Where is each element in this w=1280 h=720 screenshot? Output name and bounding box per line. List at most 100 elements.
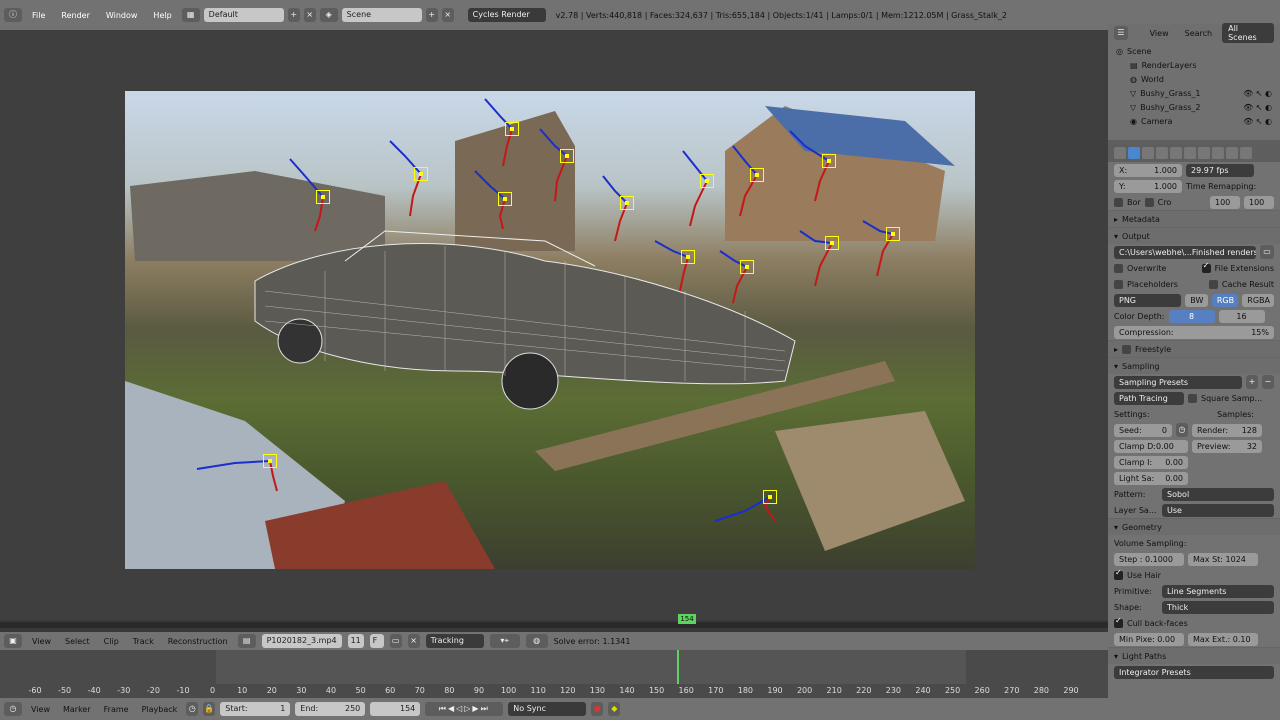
primitive-select[interactable]: Line Segments	[1162, 584, 1274, 598]
pivot-icon[interactable]: ◍	[525, 634, 548, 648]
fake-user-button[interactable]: F	[369, 634, 384, 648]
min-pixels-field[interactable]: Min Pixe: 0.00	[1114, 632, 1184, 646]
track-marker[interactable]	[886, 227, 900, 241]
light-paths-panel-header[interactable]: ▾ Light Paths	[1108, 647, 1280, 664]
visibility-icons[interactable]: 👁 ↖ ◐	[1243, 103, 1280, 112]
keying-icon[interactable]: ◆	[608, 702, 621, 716]
modifiers-tab[interactable]	[1198, 147, 1210, 159]
metadata-panel-header[interactable]: ▸ Metadata	[1108, 210, 1280, 227]
aspect-x-field[interactable]: X: 1.000	[1114, 163, 1182, 177]
object-tab[interactable]	[1184, 147, 1196, 159]
clip-file-field[interactable]: P1020182_3.mp4	[261, 634, 342, 648]
scene-icon[interactable]: ◈	[319, 8, 338, 22]
sampling-presets-select[interactable]: Sampling Presets	[1114, 375, 1242, 389]
start-frame-field[interactable]: Start: 1	[220, 702, 291, 716]
outliner-item-bushy-grass-1[interactable]: ▽ Bushy_Grass_1 👁 ↖ ◐	[1108, 86, 1280, 100]
outliner-search-menu[interactable]: Search	[1179, 28, 1218, 39]
menu-window[interactable]: Window	[100, 11, 144, 20]
overwrite-checkbox[interactable]	[1114, 263, 1123, 273]
folder-icon[interactable]: ▭	[1260, 245, 1274, 259]
clip-menu-view[interactable]: View	[28, 637, 55, 646]
timeline-menu-view[interactable]: View	[27, 705, 54, 714]
outliner-item-bushy-grass-2[interactable]: ▽ Bushy_Grass_2 👁 ↖ ◐	[1108, 100, 1280, 114]
info-editor-icon[interactable]: ⓘ	[4, 8, 22, 22]
sampling-panel-header[interactable]: ▾ Sampling	[1108, 357, 1280, 374]
clip-menu-track[interactable]: Track	[129, 637, 158, 646]
remap-new-field[interactable]: 100	[1244, 195, 1274, 209]
track-marker[interactable]	[763, 490, 777, 504]
layer-samples-select[interactable]: Use	[1162, 503, 1274, 517]
scene-field[interactable]: Scene	[341, 8, 422, 22]
remove-preset-icon[interactable]: −	[1262, 375, 1274, 389]
scene-tab[interactable]	[1156, 147, 1168, 159]
render-tab[interactable]	[1128, 147, 1140, 159]
track-marker[interactable]	[505, 122, 519, 136]
track-marker[interactable]	[498, 192, 512, 206]
aspect-y-field[interactable]: Y: 1.000	[1114, 179, 1182, 193]
path-tracing-select[interactable]: Path Tracing	[1114, 391, 1184, 405]
track-marker[interactable]	[740, 260, 754, 274]
output-path-field[interactable]: C:\Users\webhe\...Finished renders\	[1114, 245, 1256, 259]
outliner-display-mode[interactable]: All Scenes	[1222, 23, 1274, 43]
physics-tab[interactable]	[1226, 147, 1238, 159]
track-marker[interactable]	[681, 250, 695, 264]
outliner-item-renderlayers[interactable]: ▤ RenderLayers	[1108, 58, 1280, 72]
bw-button[interactable]: BW	[1185, 293, 1208, 307]
add-layout-icon[interactable]: +	[287, 8, 300, 22]
view-options-icon[interactable]: ▾⌖	[489, 634, 520, 648]
footage-frame[interactable]	[125, 91, 975, 569]
track-marker[interactable]	[750, 168, 764, 182]
track-marker[interactable]	[316, 190, 330, 204]
open-clip-icon[interactable]: ▭	[389, 634, 402, 648]
step-field[interactable]: Step : 0.1000	[1114, 552, 1184, 566]
preview-range-icon[interactable]: ◷	[186, 702, 199, 716]
track-marker[interactable]	[700, 174, 714, 188]
clip-viewport[interactable]	[0, 30, 1108, 620]
clip-editor-icon[interactable]: ▣	[4, 634, 22, 648]
clock-icon[interactable]: ◷	[1176, 423, 1188, 437]
integrator-presets-select[interactable]: Integrator Presets	[1114, 665, 1274, 679]
outliner-item-scene[interactable]: ◎ Scene	[1108, 44, 1280, 58]
menu-file[interactable]: File	[26, 11, 51, 20]
outliner-view-menu[interactable]: View	[1144, 28, 1175, 39]
track-marker[interactable]	[414, 167, 428, 181]
track-marker[interactable]	[263, 454, 277, 468]
world-tab[interactable]	[1170, 147, 1182, 159]
clamp-direct-field[interactable]: Clamp D:0.00	[1114, 439, 1188, 453]
fps-select[interactable]: 29.97 fps	[1186, 163, 1254, 177]
unlink-clip-icon[interactable]: ×	[407, 634, 420, 648]
border-checkbox[interactable]	[1114, 197, 1123, 207]
screen-layout-icon[interactable]: ▦	[181, 8, 200, 22]
add-preset-icon[interactable]: +	[1246, 375, 1258, 389]
menu-render[interactable]: Render	[55, 11, 95, 20]
clip-browse-icon[interactable]: ▤	[237, 634, 256, 648]
remap-old-field[interactable]: 100	[1210, 195, 1240, 209]
outliner-editor-icon[interactable]: ☰	[1114, 26, 1128, 40]
freestyle-panel-header[interactable]: ▸ Freestyle	[1108, 340, 1280, 357]
file-extensions-checkbox[interactable]	[1201, 261, 1211, 273]
track-marker[interactable]	[560, 149, 574, 163]
rgb-button[interactable]: RGB	[1211, 293, 1239, 307]
track-marker[interactable]	[822, 154, 836, 168]
frame-markers-strip[interactable]: 154	[0, 614, 1108, 628]
use-hair-checkbox[interactable]	[1114, 568, 1123, 580]
depth-16-button[interactable]: 16	[1218, 309, 1265, 323]
remove-scene-icon[interactable]: ×	[441, 8, 454, 22]
add-scene-icon[interactable]: +	[425, 8, 438, 22]
geometry-panel-header[interactable]: ▾ Geometry	[1108, 518, 1280, 535]
depth-8-button[interactable]: 8	[1168, 309, 1215, 323]
clamp-indirect-field[interactable]: Clamp I: 0.00	[1114, 455, 1188, 469]
current-frame-field[interactable]: 154	[370, 702, 421, 716]
layout-field[interactable]: Default	[203, 8, 284, 22]
playhead[interactable]	[677, 650, 679, 684]
max-steps-field[interactable]: Max St: 1024	[1188, 552, 1258, 566]
cull-backfaces-checkbox[interactable]	[1114, 616, 1123, 628]
sync-mode-select[interactable]: No Sync	[508, 702, 587, 716]
shape-select[interactable]: Thick	[1162, 600, 1274, 614]
properties-editor-icon[interactable]	[1114, 147, 1126, 159]
timeline-area[interactable]: -60 -50 -40 -30 -20 -10 0 10 20 30 40 50 60 70 80 90 100…	[0, 650, 1108, 698]
visibility-icons[interactable]: 👁 ↖ ◐	[1243, 89, 1280, 98]
preview-samples-field[interactable]: Preview: 32	[1192, 439, 1262, 453]
render-engine-select[interactable]: Cycles Render	[467, 8, 546, 22]
timeline-menu-playback[interactable]: Playback	[138, 705, 182, 714]
